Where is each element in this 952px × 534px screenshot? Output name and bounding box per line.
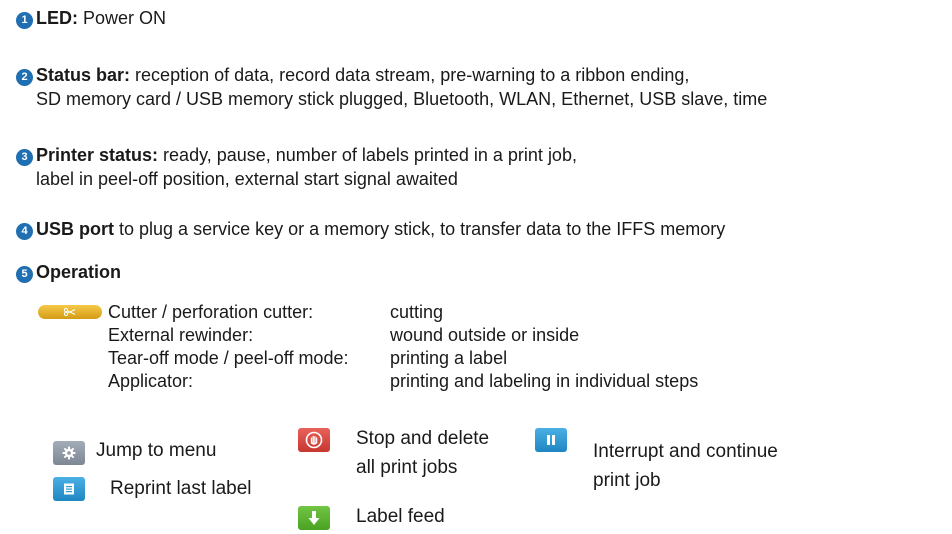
legend-item-usb-port: 4 USB port to plug a service key or a mem…	[16, 217, 725, 241]
item-text: Power ON	[83, 8, 167, 28]
operation-row: Cutter / perforation cutter: cutting	[108, 301, 698, 324]
operation-row: Tear-off mode / peel-off mode: printing a…	[108, 347, 698, 370]
legend-item-status-bar: 2 Status bar: reception of data, record d…	[16, 63, 767, 111]
operation-table: Cutter / perforation cutter: cutting Exte…	[108, 301, 698, 393]
arrow-down-icon	[308, 511, 320, 525]
item-title: Printer status:	[36, 145, 159, 165]
operation-key: Cutter / perforation cutter:	[108, 302, 314, 322]
menu-button-label: Jump to menu	[96, 440, 217, 461]
operation-row: External rewinder: wound outside or insid…	[108, 324, 698, 347]
operation-value: wound outside or inside	[390, 325, 580, 345]
legend-item-printer-status: 3 Printer status: ready, pause, number of…	[16, 143, 577, 191]
legend-item-led: 1 LED: Power ON	[16, 6, 166, 30]
item-text-line2: SD memory card / USB memory stick plugge…	[36, 89, 768, 109]
operation-value: printing and labeling in individual step…	[390, 371, 699, 391]
number-badge: 3	[16, 149, 33, 166]
pause-button-label: Interrupt and continue	[593, 441, 778, 462]
number-badge: 2	[16, 69, 33, 86]
item-text: ready, pause, number of labels printed i…	[163, 145, 577, 165]
gear-icon	[62, 446, 76, 460]
item-text: to plug a service key or a memory stick,…	[119, 219, 726, 239]
item-title: Operation	[36, 262, 122, 282]
number-badge: 4	[16, 223, 33, 240]
reprint-button-label: Reprint last label	[110, 478, 252, 499]
number-badge: 5	[16, 266, 33, 283]
operation-value: printing a label	[390, 348, 508, 368]
item-text: reception of data, record data stream, p…	[135, 65, 690, 85]
legend-item-operation: 5 Operation	[16, 260, 121, 284]
operation-row: Applicator: printing and labeling in indi…	[108, 370, 698, 393]
pause-icon	[547, 435, 555, 445]
pause-button[interactable]	[535, 428, 567, 452]
operation-key: Tear-off mode / peel-off mode:	[108, 348, 349, 368]
reprint-button[interactable]	[53, 477, 85, 501]
item-title: USB port	[36, 219, 114, 239]
item-text-line2: label in peel-off position, external sta…	[36, 169, 458, 189]
stop-button[interactable]	[298, 428, 330, 452]
number-badge: 1	[16, 12, 33, 29]
operation-value: cutting	[390, 302, 444, 322]
feed-button-label: Label feed	[356, 506, 445, 527]
scissors-icon	[63, 307, 76, 317]
cutter-button[interactable]	[38, 305, 102, 319]
stop-button-label-line2: all print jobs	[356, 457, 458, 478]
operation-key: External rewinder:	[108, 325, 254, 345]
item-title: Status bar:	[36, 65, 131, 85]
item-title: LED:	[36, 8, 78, 28]
printer-icon	[64, 483, 74, 495]
menu-button[interactable]	[53, 441, 85, 465]
feed-button[interactable]	[298, 506, 330, 530]
stop-button-label: Stop and delete	[356, 428, 490, 449]
stop-hand-icon	[305, 431, 323, 449]
pause-button-label-line2: print job	[593, 470, 661, 491]
operation-key: Applicator:	[108, 371, 194, 391]
